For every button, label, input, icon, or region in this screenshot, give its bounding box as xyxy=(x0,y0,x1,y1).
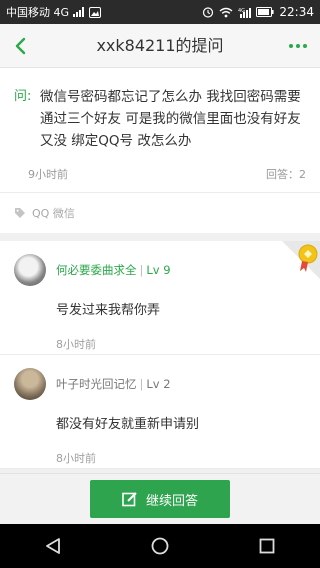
answer-author-name[interactable]: 何必要委曲求全 xyxy=(56,263,137,277)
clock-time: 22:34 xyxy=(279,5,314,19)
more-dot-icon xyxy=(296,44,300,48)
wifi-icon xyxy=(219,7,233,18)
best-answer-badge-icon xyxy=(282,241,320,279)
answer-author-line: 何必要委曲求全 | Lv 9 xyxy=(56,262,171,278)
question-tags[interactable]: QQ 微信 xyxy=(14,193,306,233)
status-bar: 中国移动 4G 4G 22:34 xyxy=(0,0,320,24)
question-meta: 9小时前 回答：2 xyxy=(0,166,320,193)
back-button[interactable] xyxy=(6,32,34,60)
answer-time: 8小时前 xyxy=(56,338,96,351)
question-card: 问: 微信号密码都忘记了怎么办 我找回密码需要通过三个好友 可是我的微信里面也没… xyxy=(0,68,320,233)
answer-text: 号发过来我帮你弄 xyxy=(56,303,161,318)
answer-count: 回答：2 xyxy=(266,168,306,181)
tags-label: QQ 微信 xyxy=(32,207,75,220)
network-4g-icon: 4G xyxy=(238,7,252,18)
nav-home-button[interactable] xyxy=(140,526,180,566)
avatar[interactable] xyxy=(14,254,46,286)
signal-icon xyxy=(73,7,85,17)
nav-back-button[interactable] xyxy=(33,526,73,566)
answer-author-level: Lv 9 xyxy=(146,263,171,277)
circle-home-icon xyxy=(151,537,169,555)
question-prefix: 问: xyxy=(14,89,32,104)
bottom-action-bar: 继续回答 xyxy=(0,473,320,524)
gallery-icon xyxy=(89,6,102,18)
answer-author-line: 叶子时光回记忆 | Lv 2 xyxy=(56,376,171,392)
continue-answer-label: 继续回答 xyxy=(145,493,198,509)
question-text: 微信号密码都忘记了怎么办 我找回密码需要通过三个好友 可是我的微信里面也没有好友… xyxy=(40,89,301,149)
edit-icon xyxy=(122,492,137,507)
square-recents-icon xyxy=(259,538,275,554)
answer-list: 何必要委曲求全 | Lv 9 号发过来我帮你弄 8小时前 叶子时光回记忆 | Lv 2 … xyxy=(0,241,320,469)
answer-text: 都没有好友就重新申请别 xyxy=(56,417,200,432)
more-options-button[interactable] xyxy=(284,34,312,58)
separator: | xyxy=(139,263,144,277)
triangle-back-icon xyxy=(46,538,61,554)
more-dot-icon xyxy=(289,44,293,48)
app-bar: xxk84211的提问 xyxy=(0,24,320,68)
continue-answer-button[interactable]: 继续回答 xyxy=(90,480,230,518)
answer-author-level: Lv 2 xyxy=(146,377,171,391)
question-time: 9小时前 xyxy=(28,168,68,181)
nav-recents-button[interactable] xyxy=(247,526,287,566)
more-dot-icon xyxy=(303,44,307,48)
page-title: xxk84211的提问 xyxy=(96,36,224,55)
system-navigation-bar xyxy=(0,524,320,568)
battery-icon xyxy=(256,7,275,17)
answer-time: 8小时前 xyxy=(56,452,96,465)
separator: | xyxy=(139,377,144,391)
chevron-left-icon xyxy=(15,37,26,55)
answer-author-name[interactable]: 叶子时光回记忆 xyxy=(56,377,137,391)
main-content[interactable]: 问: 微信号密码都忘记了怎么办 我找回密码需要通过三个好友 可是我的微信里面也没… xyxy=(0,68,320,473)
carrier-label: 中国移动 4G xyxy=(6,6,70,19)
answer-item[interactable]: 何必要委曲求全 | Lv 9 号发过来我帮你弄 8小时前 xyxy=(0,241,320,355)
avatar[interactable] xyxy=(14,368,46,400)
answer-item[interactable]: 叶子时光回记忆 | Lv 2 都没有好友就重新申请别 8小时前 xyxy=(0,355,320,469)
alarm-icon xyxy=(202,6,214,18)
tag-icon xyxy=(15,208,25,218)
